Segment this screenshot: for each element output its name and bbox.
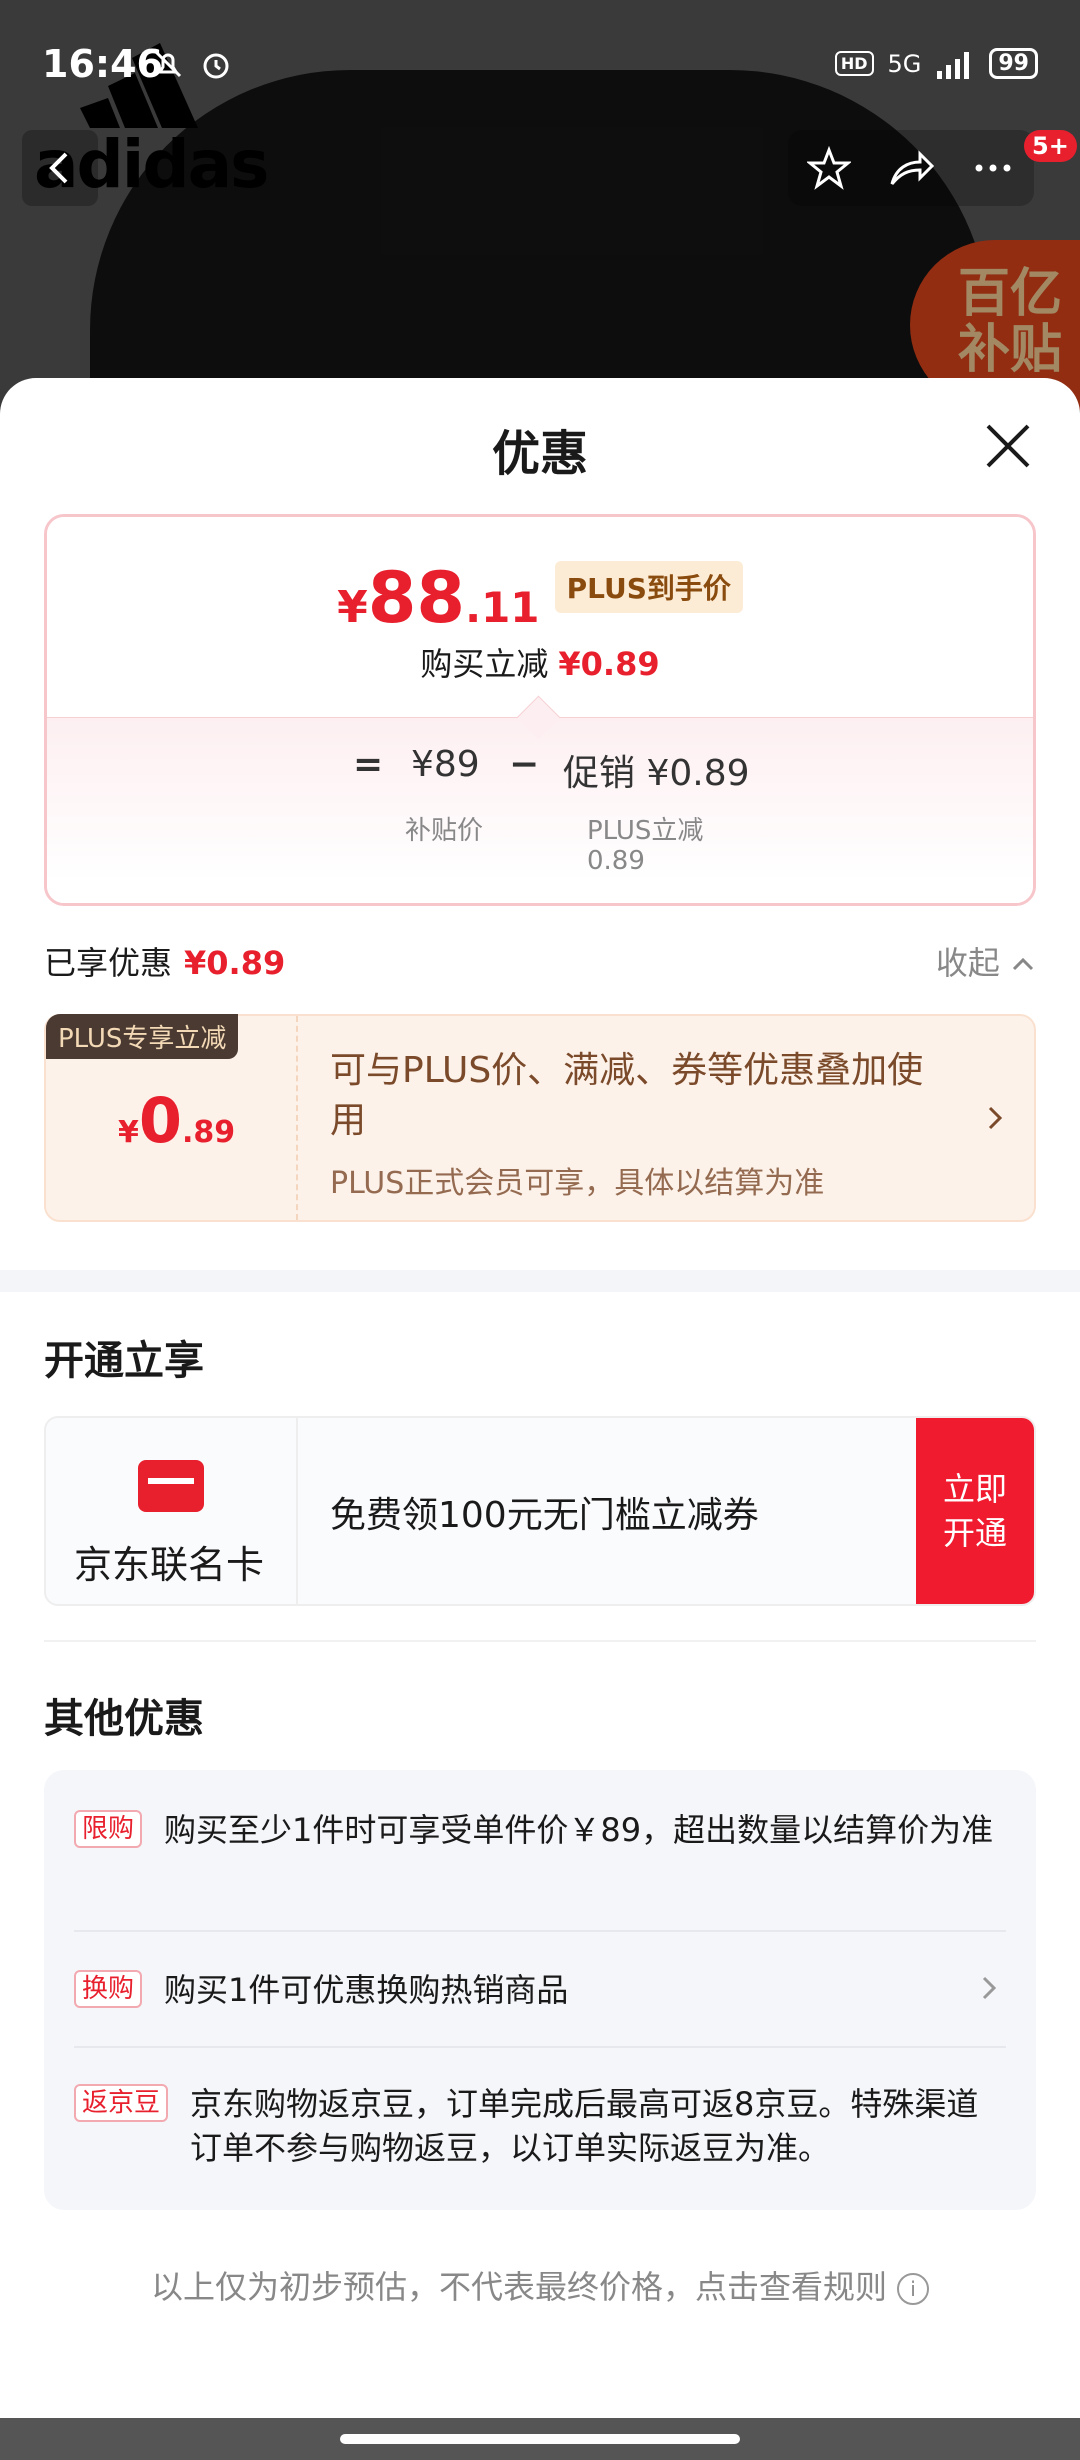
- jingdou-tag: 返京豆: [74, 2084, 169, 2122]
- credit-card-icon: [138, 1460, 204, 1512]
- plus-amount-integer: 0: [138, 1084, 183, 1157]
- list-divider: [74, 2046, 1006, 2048]
- card-divider: [296, 1418, 298, 1604]
- card-offer: 免费领100元无门槛立减券: [330, 1495, 759, 1536]
- plus-card-description: 可与PLUS价、满减、券等优惠叠加使用: [330, 1050, 924, 1141]
- card-name: 京东联名卡: [74, 1543, 265, 1587]
- price-decimal: .11: [465, 583, 540, 632]
- battery-indicator: 99: [989, 48, 1038, 79]
- chevron-up-icon: [1012, 957, 1034, 971]
- footer-note[interactable]: 以上仅为初步预估，不代表最终价格，点击查看规则 i: [0, 2262, 1080, 2308]
- network-label: 5G: [887, 49, 922, 78]
- plus-amount-decimal: .89: [182, 1115, 236, 1150]
- plus-card-divider: [296, 1016, 298, 1220]
- top-action-group: [788, 130, 1034, 206]
- price-card: ¥88.11 PLUS到手价 购买立减 ¥0.89 = ¥89 − 促销 ¥0.8…: [44, 514, 1036, 906]
- divider: [44, 1640, 1036, 1642]
- enjoyed-label: 已享优惠: [44, 944, 173, 982]
- plus-discount-card[interactable]: PLUS专享立减 ¥0.89 可与PLUS价、满减、券等优惠叠加使用 PLUS正…: [44, 1014, 1036, 1222]
- open-section-title: 开通立享: [44, 1338, 204, 1384]
- enjoyed-discount-row: 已享优惠 ¥0.89 收起: [44, 938, 1036, 984]
- instant-discount-label: 购买立减: [420, 645, 549, 683]
- list-item-limit: 限购 购买至少1件时可享受单件价￥89，超出数量以结算价为准: [74, 1808, 1006, 1852]
- discount-sheet: 优惠 ¥88.11 PLUS到手价 购买立减 ¥0.89 = ¥89 − 促销 ¥…: [0, 378, 1080, 2418]
- exchange-text: 购买1件可优惠换购热销商品: [164, 1971, 569, 2009]
- chevron-right-icon: [988, 1106, 1003, 1130]
- status-icons-right: HD 5G 99: [834, 48, 1038, 79]
- back-button[interactable]: [22, 130, 98, 206]
- enjoyed-value: ¥0.89: [184, 944, 286, 982]
- limit-tag: 限购: [74, 1810, 143, 1848]
- status-bar: 16:46 HD 5G 99: [0, 0, 1080, 130]
- list-divider: [74, 1930, 1006, 1932]
- co-branded-card[interactable]: 京东联名卡 免费领100元无门槛立减券 立即开通: [44, 1416, 1036, 1606]
- message-badge: 5+: [1024, 130, 1077, 162]
- home-indicator[interactable]: [340, 2434, 740, 2444]
- jingdou-text: 京东购物返京豆，订单完成后最高可返8京豆。特殊渠道订单不参与购物返豆，以订单实际…: [190, 2085, 979, 2167]
- promo-sublabel: 0.89: [587, 846, 645, 876]
- instant-discount: 购买立减 ¥0.89: [47, 639, 1033, 685]
- limit-text: 购买至少1件时可享受单件价￥89，超出数量以结算价为准: [164, 1811, 994, 1849]
- other-discounts-list: 限购 购买至少1件时可享受单件价￥89，超出数量以结算价为准 换购 购买1件可优…: [44, 1770, 1036, 2210]
- signal-icon: [937, 51, 970, 79]
- mute-bell-icon: [154, 50, 182, 78]
- footer-text: 以上仅为初步预估，不代表最终价格，点击查看规则: [150, 2268, 887, 2306]
- star-icon[interactable]: [806, 146, 851, 190]
- formula-promo: 促销 ¥0.89: [563, 753, 750, 794]
- hd-badge: HD: [834, 51, 874, 76]
- promo-label: PLUS立减: [587, 816, 704, 846]
- instant-discount-value: ¥0.89: [558, 645, 660, 683]
- price-currency: ¥: [337, 582, 368, 633]
- status-icons-left: [150, 46, 234, 82]
- collapse-label: 收起: [935, 944, 1000, 982]
- formula-base-price: ¥89: [411, 744, 480, 785]
- plus-exclusive-tag: PLUS专享立减: [46, 1014, 239, 1059]
- more-icon[interactable]: [971, 146, 1015, 190]
- info-icon: i: [897, 2273, 929, 2305]
- section-separator: [0, 1270, 1080, 1292]
- plus-discount-amount: ¥0.89: [118, 1084, 235, 1157]
- collapse-button[interactable]: 收起: [936, 938, 1036, 984]
- open-now-label: 立即开通: [942, 1470, 1007, 1552]
- chevron-right-icon: [982, 1976, 997, 2000]
- formula-equals: =: [353, 744, 384, 785]
- price-formula: = ¥89 − 促销 ¥0.89 补贴价 PLUS立减 0.89: [47, 695, 1033, 903]
- list-item-jingdou: 返京豆 京东购物返京豆，订单完成后最高可返8京豆。特殊渠道订单不参与购物返豆，以…: [74, 2082, 1006, 2170]
- other-section-title: 其他优惠: [44, 1696, 204, 1742]
- open-now-button[interactable]: 立即开通: [916, 1418, 1034, 1604]
- plus-amount-currency: ¥: [118, 1115, 139, 1150]
- price-summary: ¥88.11 PLUS到手价 购买立减 ¥0.89: [47, 517, 1033, 717]
- alarm-icon: [203, 53, 229, 79]
- status-time: 16:46: [42, 42, 163, 86]
- navigation-bar: [0, 2418, 1080, 2460]
- share-icon[interactable]: [888, 146, 934, 190]
- list-item-exchange[interactable]: 换购 购买1件可优惠换购热销商品: [74, 1968, 1006, 2012]
- price-integer: 88: [367, 557, 466, 639]
- base-price-label: 补贴价: [405, 816, 484, 846]
- formula-minus: −: [509, 744, 540, 785]
- exchange-tag: 换购: [74, 1970, 143, 2008]
- chevron-left-icon: [49, 152, 68, 184]
- sheet-title: 优惠: [491, 426, 588, 482]
- close-icon[interactable]: [980, 418, 1036, 474]
- plus-price-tag: PLUS到手价: [554, 561, 743, 613]
- final-price: ¥88.11 PLUS到手价: [47, 557, 1033, 639]
- plus-card-note: PLUS正式会员可享，具体以结算为准: [330, 1166, 825, 1201]
